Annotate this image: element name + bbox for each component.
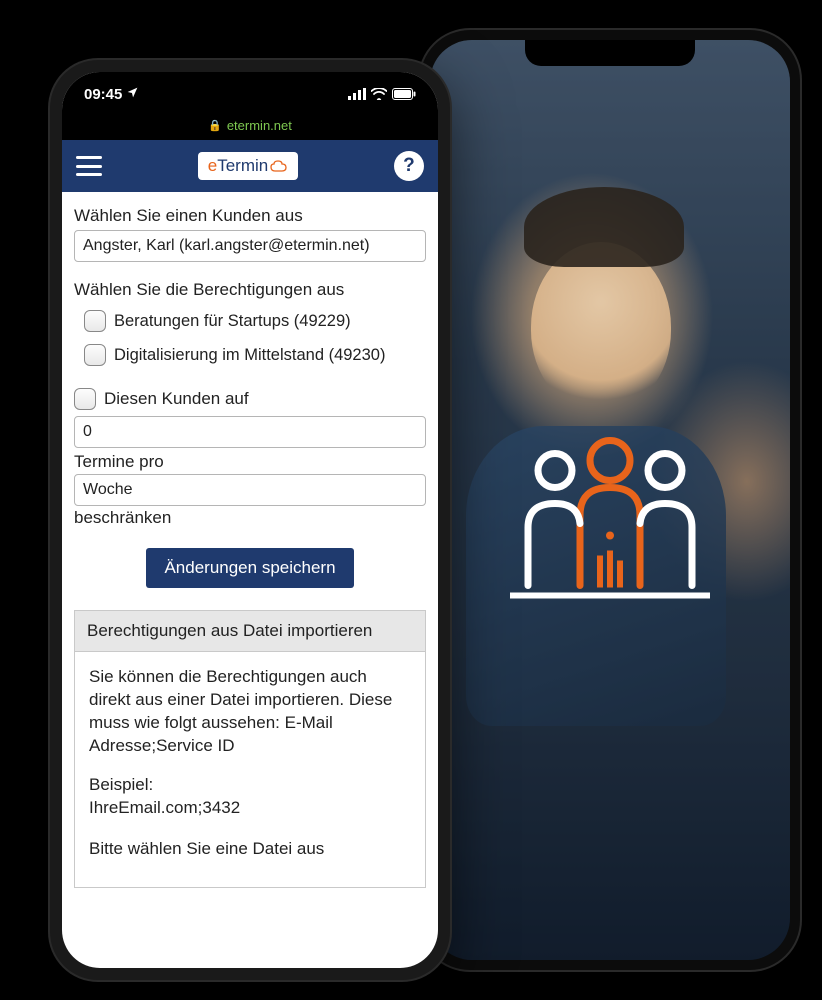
- cellular-signal-icon: [348, 88, 366, 100]
- logo-cloud-icon: [270, 159, 288, 173]
- main-content: Wählen Sie einen Kunden aus Wählen Sie d…: [62, 192, 438, 968]
- permissions-label: Wählen Sie die Berechtigungen aus: [74, 280, 426, 300]
- status-time: 09:45: [84, 86, 122, 103]
- battery-icon: [392, 88, 416, 100]
- checkbox-icon[interactable]: [84, 310, 106, 332]
- limit-suffix-label: beschränken: [74, 508, 426, 528]
- import-example-value: IhreEmail.com;3432: [89, 797, 411, 820]
- logo-text-rest: Termin: [217, 156, 268, 176]
- permission-row[interactable]: Digitalisierung im Mittelstand (49230): [74, 338, 426, 372]
- people-group-icon: [500, 416, 720, 621]
- save-button[interactable]: Änderungen speichern: [146, 548, 353, 588]
- checkbox-icon[interactable]: [84, 344, 106, 366]
- app-header: eTermin ?: [62, 140, 438, 192]
- url-domain: etermin.net: [227, 118, 292, 133]
- hero-phone-screen: [430, 40, 790, 960]
- phone-notch: [525, 40, 695, 66]
- browser-url-bar[interactable]: 🔒 etermin.net: [62, 110, 438, 140]
- lock-icon: 🔒: [208, 119, 222, 132]
- app-logo[interactable]: eTermin: [198, 152, 298, 180]
- photo-face-shape: [531, 242, 671, 412]
- import-instructions-1: Sie können die Berechtigungen auch direk…: [89, 666, 411, 758]
- wifi-icon: [371, 88, 387, 100]
- permission-label: Digitalisierung im Mittelstand (49230): [114, 346, 385, 365]
- import-file-prompt: Bitte wählen Sie eine Datei aus: [89, 838, 411, 861]
- limit-per-label: Termine pro: [74, 452, 426, 472]
- help-icon: ?: [403, 155, 415, 177]
- help-button[interactable]: ?: [394, 151, 424, 181]
- customer-select-label: Wählen Sie einen Kunden aus: [74, 206, 426, 226]
- permission-row[interactable]: Beratungen für Startups (49229): [74, 304, 426, 338]
- import-panel: Berechtigungen aus Datei importieren Sie…: [74, 610, 426, 888]
- app-phone-mockup: 09:45 🔒 etermin.net: [50, 60, 450, 980]
- limit-checkbox-label: Diesen Kunden auf: [104, 389, 249, 409]
- photo-hair-shape: [524, 187, 684, 267]
- import-example-label: Beispiel:: [89, 774, 411, 797]
- limit-period-select[interactable]: [74, 474, 426, 506]
- customer-select[interactable]: [74, 230, 426, 262]
- hero-phone-mockup: [420, 30, 800, 970]
- menu-button[interactable]: [76, 156, 102, 176]
- limit-checkbox[interactable]: [74, 388, 96, 410]
- permission-label: Beratungen für Startups (49229): [114, 312, 351, 331]
- photo-shirt-shape: [466, 426, 726, 726]
- location-arrow-icon: [126, 86, 139, 103]
- logo-text-e: e: [208, 156, 217, 176]
- phone-notch: [160, 72, 340, 100]
- limit-count-input[interactable]: [74, 416, 426, 448]
- import-panel-title: Berechtigungen aus Datei importieren: [75, 611, 425, 652]
